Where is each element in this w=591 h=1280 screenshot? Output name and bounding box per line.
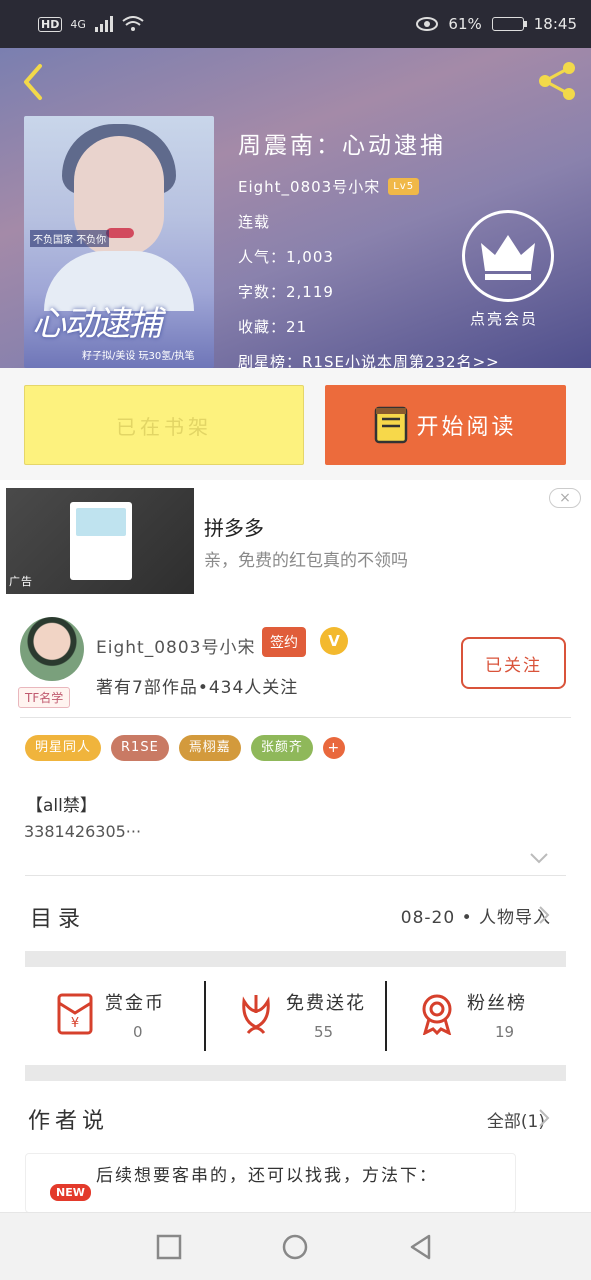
section-separator bbox=[25, 1065, 566, 1081]
medal-icon bbox=[422, 994, 452, 1035]
book-description-line1: 【all禁】 bbox=[26, 796, 97, 816]
stat-label: 赏金币 bbox=[105, 993, 165, 1014]
hd-icon: HD bbox=[38, 16, 63, 32]
level-badge: Lv5 bbox=[388, 178, 420, 195]
tag-list: 明星同人 R1SE 焉栩嘉 张颜齐 + bbox=[25, 735, 345, 761]
book-header: 不负国家 不负你 心动逮捕 籽子拟/美设 玩30氢/执笔 周震南：心动逮捕 Ei… bbox=[0, 48, 591, 368]
tag-chip[interactable]: 焉栩嘉 bbox=[178, 735, 241, 761]
vip-button[interactable] bbox=[462, 210, 554, 302]
chevron-right-icon[interactable] bbox=[538, 1108, 550, 1128]
eye-comfort-icon bbox=[416, 17, 439, 31]
vip-label: 点亮会员 bbox=[470, 310, 539, 328]
battery-icon bbox=[491, 17, 527, 31]
toc-label[interactable]: 目录 bbox=[30, 901, 86, 933]
home-icon[interactable] bbox=[281, 1233, 309, 1261]
signed-badge: 签约 bbox=[262, 627, 306, 657]
author-meta: 著有7部作品•434人关注 bbox=[96, 678, 299, 698]
cover-credit: 籽子拟/美设 玩30氢/执笔 bbox=[82, 351, 195, 362]
new-badge: NEW bbox=[50, 1184, 91, 1201]
svg-text:¥: ¥ bbox=[71, 1016, 79, 1031]
flower-icon bbox=[242, 995, 270, 1034]
author-says-label: 作者说 bbox=[28, 1109, 110, 1134]
stats-row: ¥ 赏金币 0 免费送花 55 粉丝榜 19 bbox=[25, 967, 566, 1067]
start-reading-label: 开始阅读 bbox=[416, 415, 517, 440]
divider bbox=[20, 717, 571, 718]
author-note-text: 后续想要客串的，还可以找我，方法下： bbox=[96, 1166, 438, 1186]
stat-value: 55 bbox=[314, 1023, 334, 1041]
cover-lips bbox=[106, 228, 134, 238]
tag-chip[interactable]: 张颜齐 bbox=[250, 735, 313, 761]
status-bar: HD 4G 61% 18:45 bbox=[0, 0, 591, 48]
author-section: TF名学 Eight_0803号小宋 签约 V 著有7部作品•434人关注 已关… bbox=[0, 607, 591, 1213]
tag-chip[interactable]: R1SE bbox=[111, 735, 169, 761]
verified-badge: V bbox=[320, 627, 348, 655]
ad-subtitle: 亲，免费的红包真的不领吗 bbox=[204, 551, 408, 571]
book-ranking[interactable]: 剧星榜：R1SE小说本周第232名>> bbox=[238, 351, 500, 368]
follow-button[interactable]: 已关注 bbox=[461, 637, 566, 689]
author-says-all[interactable]: 全部(1) bbox=[487, 1107, 545, 1132]
clock: 18:45 bbox=[533, 15, 577, 33]
author-note-card[interactable]: NEW 后续想要客串的，还可以找我，方法下： bbox=[25, 1153, 516, 1213]
wifi-icon bbox=[122, 16, 144, 31]
battery-percent: 61% bbox=[448, 15, 482, 33]
cover-tagline: 不负国家 不负你 bbox=[30, 230, 110, 247]
book-title: 周震南：心动逮捕 bbox=[238, 133, 446, 159]
add-tag-button[interactable]: + bbox=[322, 737, 345, 759]
back-arrow-icon[interactable] bbox=[18, 62, 48, 102]
chevron-down-icon[interactable] bbox=[528, 851, 550, 865]
share-icon[interactable] bbox=[535, 58, 581, 104]
book-favorites: 收藏：21 bbox=[238, 318, 308, 336]
signal-icon bbox=[94, 16, 113, 32]
book-cover[interactable]: 不负国家 不负你 心动逮捕 籽子拟/美设 玩30氢/执笔 bbox=[24, 116, 214, 368]
recent-apps-icon[interactable] bbox=[155, 1233, 183, 1261]
book-status: 连载 bbox=[238, 213, 271, 231]
ad-banner[interactable]: 广告 拼多多 亲，免费的红包真的不领吗 × bbox=[0, 480, 591, 607]
reward-coins[interactable]: ¥ 赏金币 0 bbox=[25, 967, 204, 1067]
crown-icon bbox=[481, 235, 535, 280]
ad-tag: 广告 bbox=[9, 575, 33, 588]
ad-close-button[interactable]: × bbox=[549, 488, 581, 508]
avatar[interactable] bbox=[20, 617, 84, 681]
ad-image: 广告 bbox=[6, 488, 194, 594]
cover-title: 心动逮捕 bbox=[32, 304, 162, 344]
book-author[interactable]: Eight_0803号小宋 bbox=[238, 176, 380, 197]
chevron-right-icon[interactable] bbox=[538, 905, 550, 925]
network-type: 4G bbox=[70, 17, 86, 31]
ad-image-card bbox=[70, 502, 132, 580]
start-reading-button[interactable]: 开始阅读 bbox=[325, 385, 566, 465]
author-name[interactable]: Eight_0803号小宋 bbox=[96, 633, 255, 658]
action-bar: 已在书架 开始阅读 bbox=[0, 368, 591, 480]
ad-title: 拼多多 bbox=[204, 516, 264, 540]
book-description-line2: 3381426305··· bbox=[24, 822, 142, 841]
stat-value: 0 bbox=[133, 1023, 143, 1041]
divider bbox=[25, 875, 566, 876]
system-nav-bar bbox=[0, 1212, 591, 1280]
free-flowers[interactable]: 免费送花 55 bbox=[204, 981, 385, 1051]
book-word-count: 字数：2,119 bbox=[238, 283, 334, 301]
stat-label: 粉丝榜 bbox=[467, 993, 527, 1014]
avatar-badge: TF名学 bbox=[18, 687, 71, 708]
stat-label: 免费送花 bbox=[286, 993, 366, 1014]
book-info: 周震南：心动逮捕 Eight_0803号小宋 Lv5 连载 人气：1,003 字… bbox=[238, 126, 500, 368]
book-icon bbox=[375, 406, 408, 444]
red-envelope-icon: ¥ bbox=[57, 993, 93, 1035]
tag-chip[interactable]: 明星同人 bbox=[25, 735, 102, 761]
back-icon[interactable] bbox=[407, 1233, 435, 1261]
toc-latest-chapter[interactable]: 08-20 • 人物导入 bbox=[401, 903, 551, 928]
section-separator bbox=[25, 951, 566, 967]
in-shelf-button[interactable]: 已在书架 bbox=[24, 385, 304, 465]
fan-ranking[interactable]: 粉丝榜 19 bbox=[385, 981, 566, 1051]
stat-value: 19 bbox=[495, 1023, 515, 1041]
book-popularity: 人气：1,003 bbox=[238, 248, 334, 266]
